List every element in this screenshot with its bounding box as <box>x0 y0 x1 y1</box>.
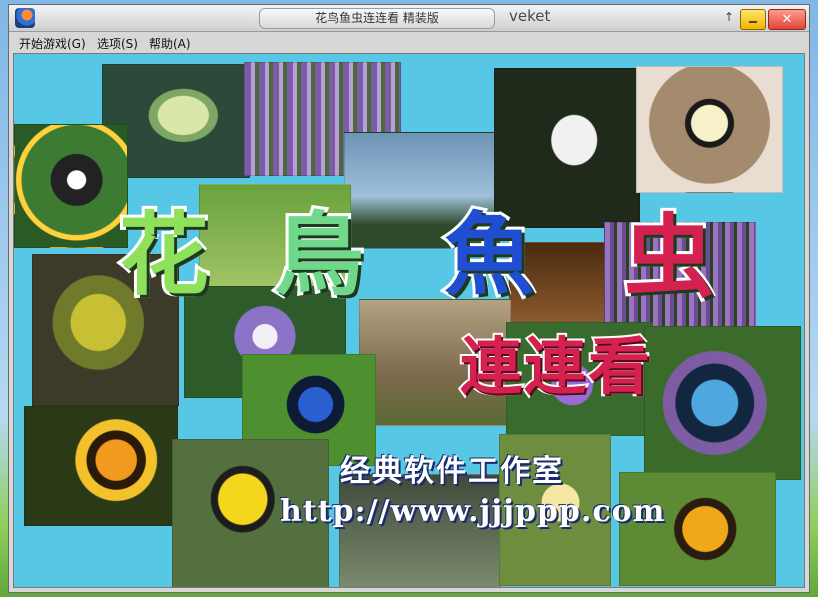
logo-char-fish: 魚 <box>441 200 537 311</box>
close-button[interactable]: ✕ <box>768 9 806 30</box>
menu-bar: 开始游戏(G) 选项(S) 帮助(A) <box>9 32 809 52</box>
menu-help[interactable]: 帮助(A) <box>149 35 191 52</box>
splash-area[interactable]: 花 鳥 魚 虫 連連看 经典软件工作室 http://www.jjjppp.co… <box>13 53 805 588</box>
monarch-photo <box>24 406 178 526</box>
menu-options[interactable]: 选项(S) <box>97 35 138 52</box>
desktop-label: veket <box>509 7 551 25</box>
splash-subtitle: 連連看 <box>458 328 653 405</box>
title-bar[interactable]: 花鸟鱼虫连连看 精装版 veket ↑ ✕ <box>9 5 809 32</box>
studio-url: http://www.jjjppp.com <box>280 494 666 529</box>
studio-name: 经典软件工作室 <box>340 454 564 489</box>
game-window: 花鸟鱼虫连连看 精装版 veket ↑ ✕ 开始游戏(G) 选项(S) 帮助(A… <box>8 4 810 593</box>
fritillary-photo <box>619 472 776 586</box>
minimize-icon <box>749 21 757 23</box>
logo-char-flower: 花 <box>116 200 212 311</box>
egret-photo <box>339 474 501 587</box>
logo-char-insect: 虫 <box>621 202 717 313</box>
minimize-button[interactable] <box>740 9 766 30</box>
window-title: 花鸟鱼虫连连看 精装版 <box>259 8 495 29</box>
arrow-up-icon[interactable]: ↑ <box>722 9 736 25</box>
morpho-butterfly-photo <box>644 326 801 480</box>
logo-char-bird: 鳥 <box>271 200 367 311</box>
butterfly-photo <box>14 124 128 248</box>
menu-start-game[interactable]: 开始游戏(G) <box>19 35 86 52</box>
swallowtail-photo <box>636 66 783 193</box>
app-icon[interactable] <box>15 8 35 28</box>
